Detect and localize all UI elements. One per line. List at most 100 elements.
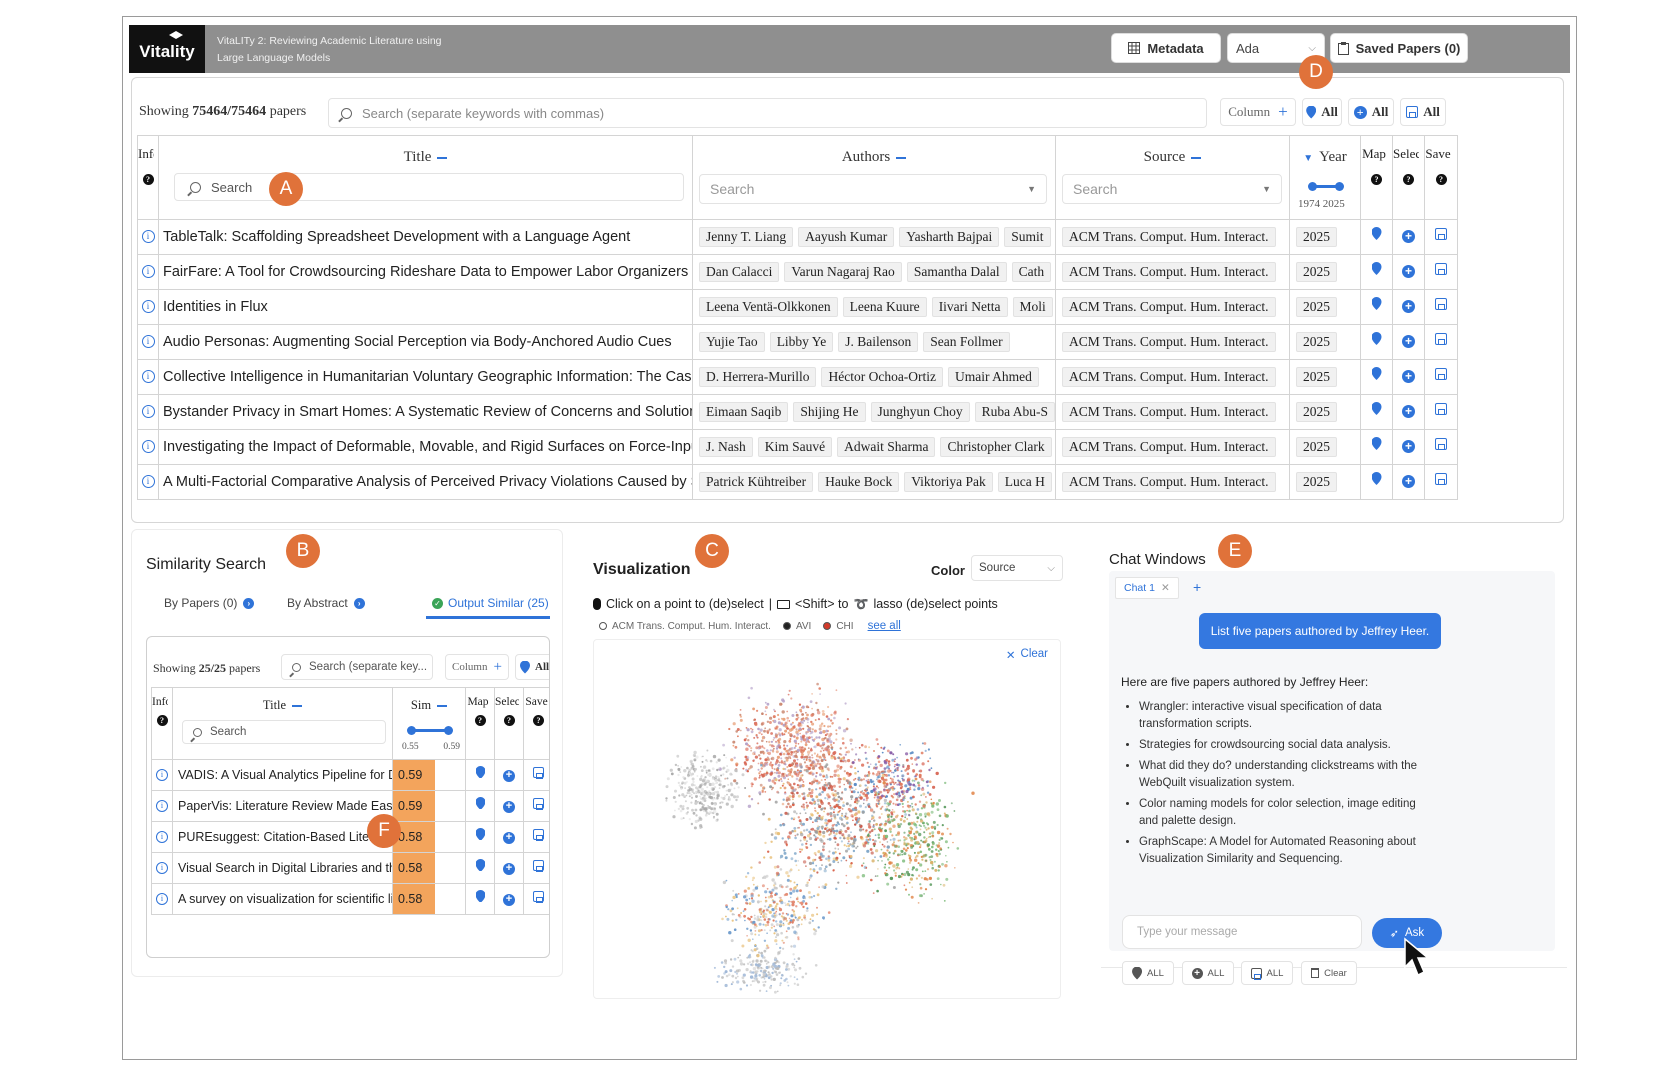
save-cell[interactable]: [523, 759, 549, 791]
scatter-point[interactable]: [766, 909, 769, 912]
scatter-point[interactable]: [790, 817, 794, 820]
map-pin-icon[interactable]: [1372, 227, 1382, 240]
scatter-point[interactable]: [872, 842, 876, 846]
scatter-point[interactable]: [783, 851, 787, 855]
scatter-point[interactable]: [882, 851, 885, 855]
scatter-point[interactable]: [765, 990, 768, 992]
scatter-point[interactable]: [812, 861, 814, 864]
scatter-point[interactable]: [804, 972, 808, 975]
scatter-point[interactable]: [901, 774, 905, 778]
scatter-point[interactable]: [722, 773, 725, 776]
scatter-point[interactable]: [873, 783, 875, 786]
scatter-point[interactable]: [891, 834, 894, 837]
scatter-point[interactable]: [736, 975, 739, 978]
scatter-point[interactable]: [820, 825, 824, 829]
scatter-point[interactable]: [812, 765, 815, 768]
scatter-point[interactable]: [700, 787, 704, 791]
scatter-point[interactable]: [789, 891, 793, 895]
scatter-point[interactable]: [825, 729, 829, 733]
scatter-point[interactable]: [777, 961, 780, 964]
scatter-point[interactable]: [866, 786, 869, 789]
scatter-point[interactable]: [797, 900, 800, 903]
save-disk-icon[interactable]: [533, 798, 544, 810]
scatter-point[interactable]: [917, 781, 920, 785]
scatter-point[interactable]: [841, 814, 843, 817]
scatter-point[interactable]: [780, 931, 783, 935]
scatter-point[interactable]: [772, 739, 775, 741]
scatter-point[interactable]: [896, 766, 899, 770]
scatter-point[interactable]: [928, 793, 932, 796]
scatter-point[interactable]: [750, 915, 753, 919]
scatter-point[interactable]: [686, 806, 690, 810]
scatter-point[interactable]: [775, 871, 780, 876]
scatter-point[interactable]: [789, 770, 792, 774]
scatter-point[interactable]: [772, 967, 775, 970]
scatter-point[interactable]: [868, 770, 870, 773]
save-disk-icon[interactable]: [1435, 263, 1447, 275]
scatter-point[interactable]: [831, 722, 834, 725]
scatter-point[interactable]: [851, 815, 854, 818]
save-cell[interactable]: [1424, 359, 1458, 395]
scatter-point[interactable]: [805, 758, 808, 761]
scatter-point[interactable]: [867, 778, 870, 781]
scatter-point[interactable]: [819, 773, 822, 777]
scatter-point[interactable]: [790, 723, 793, 726]
scatter-point[interactable]: [786, 744, 789, 747]
scatter-point[interactable]: [807, 891, 811, 894]
scatter-point[interactable]: [832, 813, 837, 817]
scatter-point[interactable]: [715, 761, 718, 764]
scatter-point[interactable]: [755, 959, 759, 963]
scatter-area[interactable]: ✕ Clear: [593, 639, 1061, 999]
scatter-point[interactable]: [852, 819, 854, 822]
scatter-point[interactable]: [759, 751, 762, 754]
scatter-point[interactable]: [754, 930, 757, 932]
info-cell[interactable]: i: [137, 394, 159, 430]
scatter-point[interactable]: [816, 762, 819, 765]
scatter-point[interactable]: [778, 734, 782, 737]
scatter-point[interactable]: [885, 853, 888, 857]
scatter-point[interactable]: [924, 853, 928, 857]
scatter-point[interactable]: [751, 728, 754, 731]
scatter-point[interactable]: [721, 976, 724, 979]
scatter-point[interactable]: [927, 847, 931, 851]
scatter-point[interactable]: [781, 802, 785, 806]
scatter-point[interactable]: [739, 987, 743, 991]
scatter-point[interactable]: [775, 936, 777, 939]
scatter-point[interactable]: [927, 760, 930, 763]
scatter-point[interactable]: [874, 834, 877, 837]
scatter-point[interactable]: [788, 755, 791, 759]
scatter-point[interactable]: [883, 866, 886, 869]
info-cell[interactable]: i: [137, 324, 159, 360]
scatter-point[interactable]: [791, 786, 795, 790]
scatter-point[interactable]: [910, 756, 913, 760]
scatter-point[interactable]: [685, 794, 688, 797]
scatter-point[interactable]: [851, 761, 855, 764]
scatter-point[interactable]: [777, 791, 780, 794]
scatter-point[interactable]: [760, 907, 763, 910]
scatter-point[interactable]: [789, 975, 792, 978]
scatter-point[interactable]: [894, 769, 897, 772]
scatter-point[interactable]: [908, 814, 911, 817]
select-cell[interactable]: +: [494, 821, 524, 853]
scatter-point[interactable]: [779, 971, 781, 974]
scatter-point[interactable]: [734, 976, 738, 980]
scatter-point[interactable]: [821, 747, 824, 750]
scatter-point[interactable]: [944, 864, 948, 868]
scatter-point[interactable]: [857, 776, 861, 780]
scatter-point[interactable]: [725, 879, 728, 882]
scatter-point[interactable]: [731, 773, 733, 776]
paper-title[interactable]: Collective Intelligence in Humanitarian …: [163, 369, 692, 385]
scatter-point[interactable]: [839, 836, 842, 840]
scatter-point[interactable]: [837, 861, 840, 864]
scatter-point[interactable]: [892, 864, 896, 868]
scatter-point[interactable]: [807, 721, 809, 724]
scatter-point[interactable]: [833, 793, 837, 797]
scatter-point[interactable]: [894, 763, 896, 766]
scatter-point[interactable]: [766, 702, 770, 706]
select-cell[interactable]: +: [1392, 289, 1425, 325]
author-tag[interactable]: Hauke Bock: [818, 472, 900, 492]
scatter-point[interactable]: [775, 750, 779, 754]
scatter-point[interactable]: [847, 842, 849, 845]
author-tag[interactable]: Leena Kuure: [842, 297, 927, 317]
scatter-point[interactable]: [728, 796, 730, 798]
